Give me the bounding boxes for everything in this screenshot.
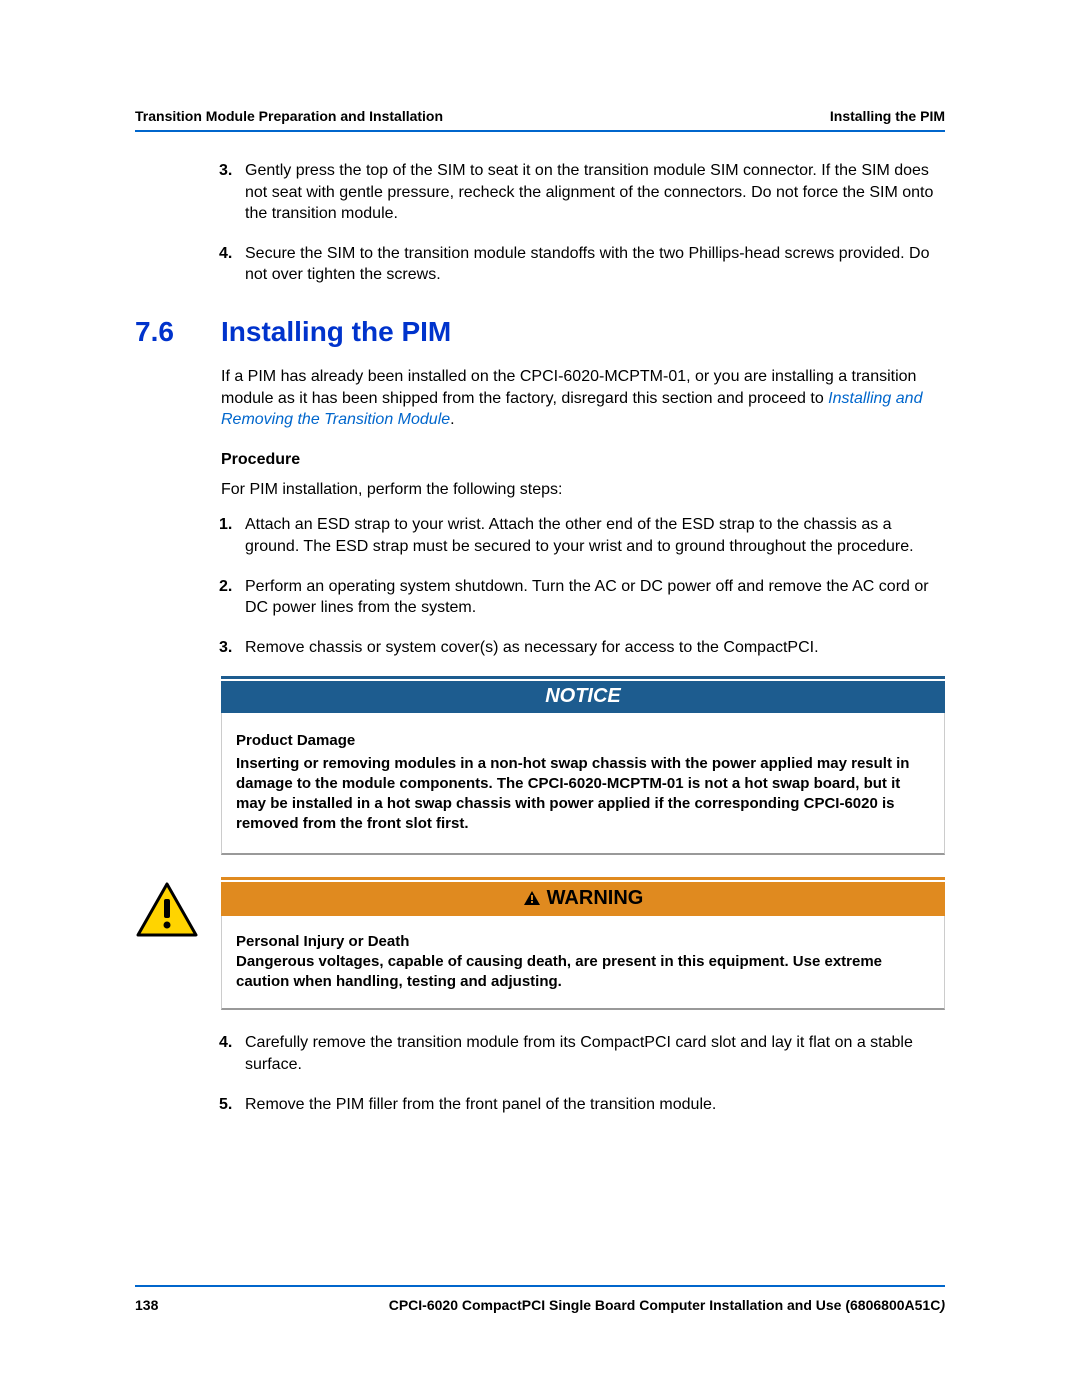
step-text: Remove chassis or system cover(s) as nec… <box>245 639 819 656</box>
step-number: 3. <box>219 637 232 659</box>
list-item: 3. Gently press the top of the SIM to se… <box>245 160 945 225</box>
notice-title: Product Damage <box>236 731 934 751</box>
step-text: Attach an ESD strap to your wrist. Attac… <box>245 516 914 555</box>
step-text: Carefully remove the transition module f… <box>245 1034 913 1073</box>
list-item: 3. Remove chassis or system cover(s) as … <box>245 637 945 659</box>
warning-callout: WARNING Personal Injury or Death Dangero… <box>135 877 945 1011</box>
notice-body: Product Damage Inserting or removing mod… <box>221 713 945 854</box>
step-number: 5. <box>219 1094 232 1116</box>
step-text: Secure the SIM to the transition module … <box>245 245 930 284</box>
step-number: 2. <box>219 576 232 598</box>
procedure-lead: For PIM installation, perform the follow… <box>221 479 945 501</box>
header-rule <box>135 130 945 132</box>
procedure-steps-b: 4. Carefully remove the transition modul… <box>221 1032 945 1115</box>
procedure-steps-a: 1. Attach an ESD strap to your wrist. At… <box>221 514 945 658</box>
step-number: 4. <box>219 1032 232 1054</box>
list-item: 2. Perform an operating system shutdown.… <box>245 576 945 619</box>
warning-title: Personal Injury or Death <box>236 932 934 952</box>
list-item: 5. Remove the PIM filler from the front … <box>245 1094 945 1116</box>
page-content: Transition Module Preparation and Instal… <box>0 0 1080 1393</box>
step-text: Remove the PIM filler from the front pan… <box>245 1096 716 1113</box>
list-item: 1. Attach an ESD strap to your wrist. At… <box>245 514 945 557</box>
warning-main: WARNING Personal Injury or Death Dangero… <box>221 877 945 1011</box>
header-left: Transition Module Preparation and Instal… <box>135 108 443 124</box>
notice-top-rule <box>221 676 945 679</box>
warning-triangle-icon <box>135 881 199 939</box>
page-number: 138 <box>135 1297 158 1313</box>
warning-bar: WARNING <box>221 882 945 916</box>
footer-doc-title: CPCI-6020 CompactPCI Single Board Comput… <box>389 1297 945 1313</box>
section-heading: 7.6 Installing the PIM <box>135 316 945 348</box>
running-footer: 138 CPCI-6020 CompactPCI Single Board Co… <box>135 1297 945 1313</box>
notice-label: NOTICE <box>221 681 945 713</box>
notice-callout: NOTICE Product Damage Inserting or remov… <box>221 676 945 854</box>
step-text: Perform an operating system shutdown. Tu… <box>245 578 929 617</box>
warning-label: WARNING <box>547 887 644 910</box>
warning-text: Dangerous voltages, capable of causing d… <box>236 953 882 990</box>
footer-rule <box>135 1285 945 1287</box>
step-number: 1. <box>219 514 232 536</box>
warning-small-icon <box>523 890 541 906</box>
running-header: Transition Module Preparation and Instal… <box>135 108 945 124</box>
section-title: Installing the PIM <box>221 316 451 348</box>
step-number: 4. <box>219 243 232 265</box>
section-number: 7.6 <box>135 316 221 348</box>
list-item: 4. Carefully remove the transition modul… <box>245 1032 945 1075</box>
intro-text-pre: If a PIM has already been installed on t… <box>221 368 916 407</box>
header-right: Installing the PIM <box>830 108 945 124</box>
notice-text: Inserting or removing modules in a non-h… <box>236 755 909 833</box>
continued-steps-list: 3. Gently press the top of the SIM to se… <box>135 160 945 286</box>
warning-top-rule <box>221 877 945 880</box>
intro-paragraph: If a PIM has already been installed on t… <box>221 366 945 431</box>
list-item: 4. Secure the SIM to the transition modu… <box>245 243 945 286</box>
procedure-heading: Procedure <box>221 451 945 469</box>
warning-body: Personal Injury or Death Dangerous volta… <box>221 916 945 1011</box>
step-number: 3. <box>219 160 232 182</box>
intro-text-post: . <box>450 411 454 428</box>
step-text: Gently press the top of the SIM to seat … <box>245 162 933 222</box>
warning-icon-column <box>135 877 221 1011</box>
section-body: If a PIM has already been installed on t… <box>221 366 945 1115</box>
